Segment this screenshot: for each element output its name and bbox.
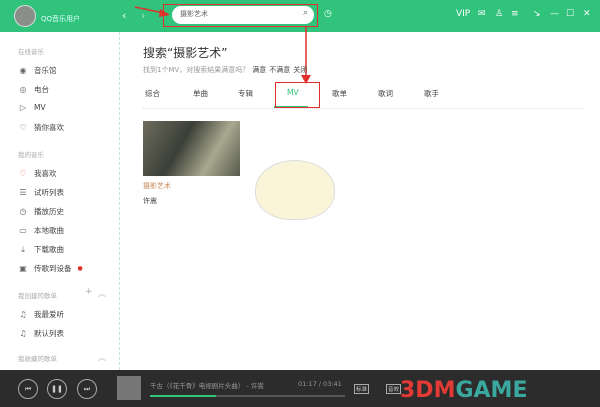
- sound-effect-button[interactable]: 音效: [386, 384, 402, 394]
- sidebar-item-history[interactable]: ◷ 播放历史: [18, 206, 65, 217]
- clock-icon: ◷: [19, 207, 27, 216]
- album-cover[interactable]: [117, 376, 141, 400]
- mv-artist[interactable]: 许嵩: [143, 196, 157, 206]
- label: 猜你喜欢: [34, 123, 64, 132]
- tab-albums[interactable]: 专辑: [238, 88, 253, 99]
- sidebar-item-local[interactable]: ▭ 本地歌曲: [18, 225, 64, 236]
- sidebar-item-default-list[interactable]: ♫ 默认列表: [18, 328, 64, 339]
- music-hall-icon: ◉: [19, 66, 27, 75]
- music-note-icon: ♫: [19, 310, 27, 319]
- sidebar-item-music-hall[interactable]: ◉ 音乐馆: [18, 65, 57, 76]
- radio-icon: ◎: [19, 85, 27, 94]
- result-feedback: 找到1个MV，对搜索结果满意吗？ 满意 不满意 关闭: [143, 65, 307, 75]
- label: 默认列表: [34, 329, 64, 338]
- section-collected: 我收藏的歌单: [18, 355, 57, 363]
- music-note-icon: ♫: [19, 329, 27, 338]
- mascot-illustration: [255, 160, 335, 220]
- watermark-text: 3DM: [400, 378, 456, 403]
- tab-highlight: [275, 82, 320, 108]
- sidebar-item-liked[interactable]: ♡ 我喜欢: [18, 168, 57, 179]
- section-online: 在线音乐: [18, 48, 44, 56]
- tab-all[interactable]: 综合: [145, 88, 160, 99]
- tab-songs[interactable]: 单曲: [193, 88, 208, 99]
- label: 播放历史: [34, 207, 64, 216]
- device-icon: ▣: [19, 264, 27, 273]
- tab-lyrics[interactable]: 歌词: [378, 88, 393, 99]
- sidebar-item-radio[interactable]: ◎ 电台: [18, 84, 50, 95]
- collapse-icon[interactable]: ︿: [98, 288, 106, 299]
- label: 本地歌曲: [34, 226, 64, 235]
- close-feedback-link[interactable]: 关闭: [293, 66, 307, 74]
- label: 电台: [34, 85, 49, 94]
- tab-divider: [143, 108, 583, 109]
- watermark-text: GAME: [455, 378, 528, 403]
- quality-button[interactable]: 标准: [354, 384, 370, 394]
- heart-icon: ♡: [19, 123, 27, 132]
- label: 传歌到设备: [34, 264, 72, 273]
- unsatisfied-link[interactable]: 不满意: [269, 66, 290, 74]
- label: 试听列表: [34, 188, 64, 197]
- progress-fill: [150, 395, 217, 397]
- mv-title[interactable]: 摄影艺术: [143, 181, 171, 191]
- pause-button[interactable]: ❚❚: [47, 379, 67, 399]
- collapse-icon[interactable]: ︿: [98, 352, 106, 363]
- label: MV: [34, 103, 46, 112]
- sidebar-item-trial[interactable]: ☰ 试听列表: [18, 187, 64, 198]
- section-created: 我创建的歌单: [18, 292, 57, 300]
- sidebar-item-favorite-list[interactable]: ♫ 我最爱听: [18, 309, 64, 320]
- previous-button[interactable]: ⏮: [18, 379, 38, 399]
- track-time: 01:17 / 03:41: [298, 380, 342, 388]
- section-mine: 我的音乐: [18, 151, 44, 159]
- label: 下载歌曲: [34, 245, 64, 254]
- tab-playlists[interactable]: 歌单: [332, 88, 347, 99]
- heart-icon: ♡: [19, 169, 27, 178]
- sidebar-item-download[interactable]: ⤓ 下载歌曲: [18, 244, 64, 255]
- watermark: 3DMGAME: [400, 378, 527, 403]
- add-playlist-icon[interactable]: +: [85, 287, 93, 297]
- tab-singers[interactable]: 歌手: [424, 88, 439, 99]
- progress-bar[interactable]: [150, 395, 345, 397]
- result-count: 找到1个MV，对搜索结果满意吗？: [143, 66, 250, 74]
- sidebar-item-device[interactable]: ▣ 传歌到设备 ●: [18, 263, 83, 274]
- satisfied-link[interactable]: 满意: [252, 66, 266, 74]
- mv-thumbnail[interactable]: [143, 121, 240, 176]
- monitor-icon: ▭: [19, 226, 27, 235]
- page-title: 搜索“摄影艺术”: [143, 46, 228, 60]
- label: 我最爱听: [34, 310, 64, 319]
- track-title[interactable]: 千古（《花千骨》电视剧片头曲） - 许嵩: [150, 380, 264, 390]
- download-icon: ⤓: [21, 244, 25, 254]
- sidebar-item-mv[interactable]: ▷ MV: [18, 103, 46, 112]
- next-button[interactable]: ⏭: [77, 379, 97, 399]
- label: 我喜欢: [34, 169, 57, 178]
- playlist-icon: ☰: [19, 188, 27, 197]
- mv-icon: ▷: [19, 103, 27, 112]
- notification-dot: ●: [77, 265, 83, 272]
- sidebar-item-guess[interactable]: ♡ 猜你喜欢: [18, 122, 64, 133]
- label: 音乐馆: [34, 66, 57, 75]
